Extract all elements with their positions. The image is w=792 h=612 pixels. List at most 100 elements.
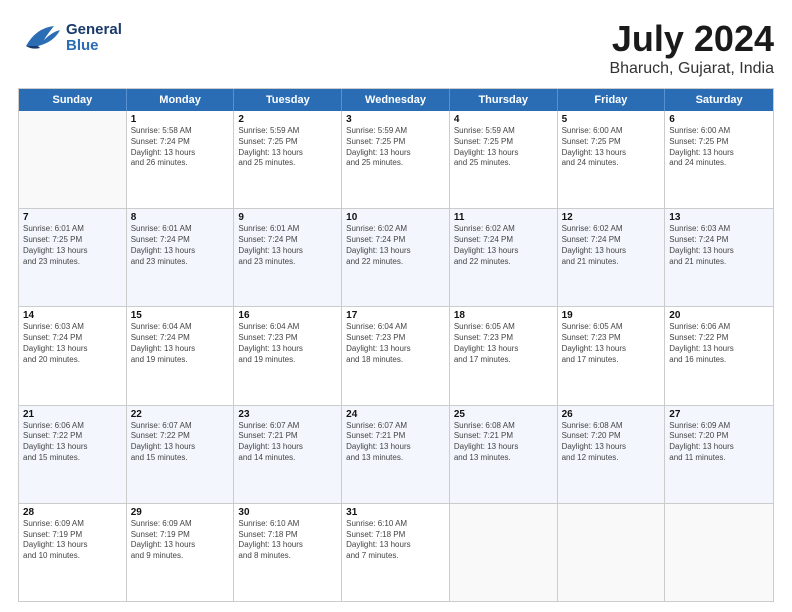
day-number: 9 [238,212,337,223]
calendar-week-1: 7Sunrise: 6:01 AM Sunset: 7:25 PM Daylig… [19,209,773,307]
calendar-cell: 20Sunrise: 6:06 AM Sunset: 7:22 PM Dayli… [665,307,773,404]
calendar-body: 1Sunrise: 5:58 AM Sunset: 7:24 PM Daylig… [19,111,773,601]
day-number: 1 [131,114,230,125]
calendar-cell: 4Sunrise: 5:59 AM Sunset: 7:25 PM Daylig… [450,111,558,208]
calendar-cell: 5Sunrise: 6:00 AM Sunset: 7:25 PM Daylig… [558,111,666,208]
day-info: Sunrise: 6:07 AM Sunset: 7:22 PM Dayligh… [131,421,230,464]
day-number: 4 [454,114,553,125]
title-block: July 2024 Bharuch, Gujarat, India [609,18,774,78]
day-info: Sunrise: 6:02 AM Sunset: 7:24 PM Dayligh… [346,224,445,267]
day-number: 10 [346,212,445,223]
day-info: Sunrise: 6:00 AM Sunset: 7:25 PM Dayligh… [669,126,769,169]
page: General Blue July 2024 Bharuch, Gujarat,… [0,0,792,612]
day-info: Sunrise: 6:01 AM Sunset: 7:24 PM Dayligh… [131,224,230,267]
day-number: 14 [23,310,122,321]
day-info: Sunrise: 6:07 AM Sunset: 7:21 PM Dayligh… [346,421,445,464]
day-number: 28 [23,507,122,518]
day-info: Sunrise: 6:05 AM Sunset: 7:23 PM Dayligh… [454,322,553,365]
calendar-cell: 23Sunrise: 6:07 AM Sunset: 7:21 PM Dayli… [234,406,342,503]
day-number: 7 [23,212,122,223]
calendar-cell: 29Sunrise: 6:09 AM Sunset: 7:19 PM Dayli… [127,504,235,601]
calendar: Sunday Monday Tuesday Wednesday Thursday… [18,88,774,602]
day-number: 13 [669,212,769,223]
logo-general-text: General [66,22,122,39]
day-info: Sunrise: 6:06 AM Sunset: 7:22 PM Dayligh… [669,322,769,365]
logo: General Blue [18,18,122,58]
calendar-cell: 2Sunrise: 5:59 AM Sunset: 7:25 PM Daylig… [234,111,342,208]
day-info: Sunrise: 6:08 AM Sunset: 7:20 PM Dayligh… [562,421,661,464]
day-info: Sunrise: 6:07 AM Sunset: 7:21 PM Dayligh… [238,421,337,464]
calendar-cell: 24Sunrise: 6:07 AM Sunset: 7:21 PM Dayli… [342,406,450,503]
calendar-cell: 27Sunrise: 6:09 AM Sunset: 7:20 PM Dayli… [665,406,773,503]
calendar-cell: 1Sunrise: 5:58 AM Sunset: 7:24 PM Daylig… [127,111,235,208]
header-sunday: Sunday [19,89,127,111]
header-saturday: Saturday [665,89,773,111]
day-info: Sunrise: 6:09 AM Sunset: 7:19 PM Dayligh… [23,519,122,562]
calendar-cell: 19Sunrise: 6:05 AM Sunset: 7:23 PM Dayli… [558,307,666,404]
day-number: 25 [454,409,553,420]
calendar-cell: 16Sunrise: 6:04 AM Sunset: 7:23 PM Dayli… [234,307,342,404]
logo-icon [18,18,62,58]
day-number: 30 [238,507,337,518]
calendar-week-4: 28Sunrise: 6:09 AM Sunset: 7:19 PM Dayli… [19,504,773,601]
calendar-cell: 26Sunrise: 6:08 AM Sunset: 7:20 PM Dayli… [558,406,666,503]
calendar-week-0: 1Sunrise: 5:58 AM Sunset: 7:24 PM Daylig… [19,111,773,209]
day-info: Sunrise: 6:04 AM Sunset: 7:23 PM Dayligh… [238,322,337,365]
day-number: 12 [562,212,661,223]
day-info: Sunrise: 6:08 AM Sunset: 7:21 PM Dayligh… [454,421,553,464]
calendar-cell: 3Sunrise: 5:59 AM Sunset: 7:25 PM Daylig… [342,111,450,208]
calendar-cell: 17Sunrise: 6:04 AM Sunset: 7:23 PM Dayli… [342,307,450,404]
day-number: 31 [346,507,445,518]
day-number: 24 [346,409,445,420]
sub-title: Bharuch, Gujarat, India [609,60,774,78]
calendar-header: Sunday Monday Tuesday Wednesday Thursday… [19,89,773,111]
day-number: 20 [669,310,769,321]
day-info: Sunrise: 6:02 AM Sunset: 7:24 PM Dayligh… [562,224,661,267]
day-number: 16 [238,310,337,321]
calendar-cell: 21Sunrise: 6:06 AM Sunset: 7:22 PM Dayli… [19,406,127,503]
main-title: July 2024 [609,18,774,60]
day-number: 26 [562,409,661,420]
calendar-cell: 13Sunrise: 6:03 AM Sunset: 7:24 PM Dayli… [665,209,773,306]
day-info: Sunrise: 6:00 AM Sunset: 7:25 PM Dayligh… [562,126,661,169]
day-info: Sunrise: 6:01 AM Sunset: 7:25 PM Dayligh… [23,224,122,267]
calendar-cell: 18Sunrise: 6:05 AM Sunset: 7:23 PM Dayli… [450,307,558,404]
calendar-cell: 25Sunrise: 6:08 AM Sunset: 7:21 PM Dayli… [450,406,558,503]
calendar-cell: 22Sunrise: 6:07 AM Sunset: 7:22 PM Dayli… [127,406,235,503]
day-info: Sunrise: 6:03 AM Sunset: 7:24 PM Dayligh… [23,322,122,365]
calendar-cell: 8Sunrise: 6:01 AM Sunset: 7:24 PM Daylig… [127,209,235,306]
day-number: 2 [238,114,337,125]
day-number: 3 [346,114,445,125]
logo-blue-text: Blue [66,38,122,55]
day-number: 27 [669,409,769,420]
calendar-cell: 6Sunrise: 6:00 AM Sunset: 7:25 PM Daylig… [665,111,773,208]
header-friday: Friday [558,89,666,111]
day-info: Sunrise: 6:04 AM Sunset: 7:24 PM Dayligh… [131,322,230,365]
day-info: Sunrise: 6:04 AM Sunset: 7:23 PM Dayligh… [346,322,445,365]
header: General Blue July 2024 Bharuch, Gujarat,… [18,18,774,78]
day-number: 11 [454,212,553,223]
day-info: Sunrise: 6:05 AM Sunset: 7:23 PM Dayligh… [562,322,661,365]
day-number: 19 [562,310,661,321]
calendar-cell: 31Sunrise: 6:10 AM Sunset: 7:18 PM Dayli… [342,504,450,601]
header-monday: Monday [127,89,235,111]
day-info: Sunrise: 6:10 AM Sunset: 7:18 PM Dayligh… [238,519,337,562]
day-info: Sunrise: 6:03 AM Sunset: 7:24 PM Dayligh… [669,224,769,267]
day-info: Sunrise: 5:59 AM Sunset: 7:25 PM Dayligh… [238,126,337,169]
day-info: Sunrise: 5:59 AM Sunset: 7:25 PM Dayligh… [454,126,553,169]
day-info: Sunrise: 5:59 AM Sunset: 7:25 PM Dayligh… [346,126,445,169]
calendar-cell [558,504,666,601]
calendar-cell: 9Sunrise: 6:01 AM Sunset: 7:24 PM Daylig… [234,209,342,306]
calendar-week-2: 14Sunrise: 6:03 AM Sunset: 7:24 PM Dayli… [19,307,773,405]
day-number: 23 [238,409,337,420]
calendar-cell: 15Sunrise: 6:04 AM Sunset: 7:24 PM Dayli… [127,307,235,404]
day-number: 21 [23,409,122,420]
header-wednesday: Wednesday [342,89,450,111]
calendar-cell: 7Sunrise: 6:01 AM Sunset: 7:25 PM Daylig… [19,209,127,306]
calendar-cell: 30Sunrise: 6:10 AM Sunset: 7:18 PM Dayli… [234,504,342,601]
day-info: Sunrise: 6:09 AM Sunset: 7:20 PM Dayligh… [669,421,769,464]
day-number: 8 [131,212,230,223]
header-tuesday: Tuesday [234,89,342,111]
day-number: 22 [131,409,230,420]
day-number: 5 [562,114,661,125]
